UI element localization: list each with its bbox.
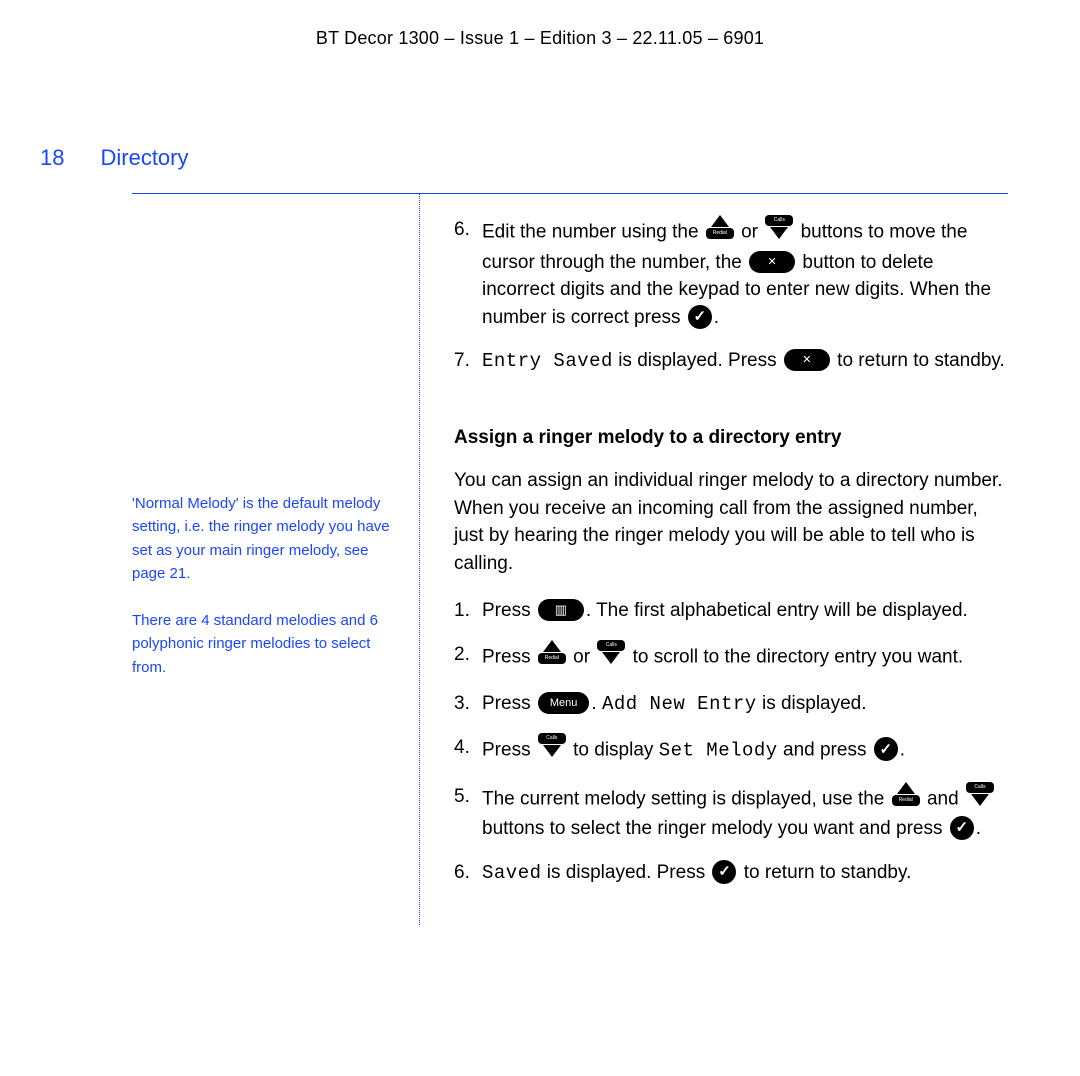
up-redial-icon: Redial [706, 215, 734, 248]
step-7: 7. Entry Saved is displayed. Press ✕ to … [454, 347, 1008, 376]
step-text: Saved is displayed. Press ✓ to return to… [482, 859, 911, 888]
page-number: 18 [40, 145, 64, 171]
step-text: Press Redial or Calls to scroll to the d… [482, 641, 963, 674]
lcd-text: Set Melody [659, 739, 778, 761]
step-text: Press ▥. The first alphabetical entry wi… [482, 597, 968, 625]
melody-step-5: 5. The current melody setting is display… [454, 783, 1008, 843]
step-6: 6. Edit the number using the Redial or C… [454, 216, 1008, 331]
ok-check-icon: ✓ [712, 860, 736, 884]
melody-step-2: 2. Press Redial or Calls to scroll to th… [454, 641, 1008, 674]
step-number: 3. [454, 690, 482, 719]
cancel-x-icon: ✕ [784, 349, 830, 371]
directory-book-icon: ▥ [538, 599, 584, 621]
step-number: 7. [454, 347, 482, 376]
page-heading: 18 Directory [40, 145, 1008, 171]
intro-paragraph: You can assign an individual ringer melo… [454, 467, 1008, 577]
step-text: Entry Saved is displayed. Press ✕ to ret… [482, 347, 1005, 376]
menu-button-icon: Menu [538, 692, 590, 714]
lcd-text: Saved [482, 862, 542, 884]
step-number: 4. [454, 734, 482, 767]
ok-check-icon: ✓ [688, 305, 712, 329]
ok-check-icon: ✓ [874, 737, 898, 761]
down-calls-icon: Calls [966, 782, 994, 815]
section-title: Directory [100, 145, 188, 171]
up-redial-icon: Redial [892, 782, 920, 815]
down-calls-icon: Calls [765, 215, 793, 248]
melody-step-6: 6. Saved is displayed. Press ✓ to return… [454, 859, 1008, 888]
step-number: 1. [454, 597, 482, 625]
step-number: 6. [454, 859, 482, 888]
step-number: 2. [454, 641, 482, 674]
down-calls-icon: Calls [538, 733, 566, 766]
step-number: 6. [454, 216, 482, 331]
lcd-text: Add New Entry [602, 693, 757, 715]
step-text: Edit the number using the Redial or Call… [482, 216, 1008, 331]
melody-step-1: 1. Press ▥. The first alphabetical entry… [454, 597, 1008, 625]
step-text: The current melody setting is displayed,… [482, 783, 1008, 843]
up-redial-icon: Redial [538, 640, 566, 673]
melody-step-3: 3. Press Menu. Add New Entry is displaye… [454, 690, 1008, 719]
page: BT Decor 1300 – Issue 1 – Edition 3 – 22… [0, 0, 1080, 1076]
ok-check-icon: ✓ [950, 816, 974, 840]
sidebar: 'Normal Melody' is the default melody se… [132, 194, 420, 925]
step-text: Press Calls to display Set Melody and pr… [482, 734, 905, 767]
side-note-2: There are 4 standard melodies and 6 poly… [132, 609, 393, 679]
step-text: Press Menu. Add New Entry is displayed. [482, 690, 867, 719]
main-content: 6. Edit the number using the Redial or C… [420, 194, 1008, 925]
lcd-text: Entry Saved [482, 350, 613, 372]
melody-step-4: 4. Press Calls to display Set Melody and… [454, 734, 1008, 767]
cancel-x-icon: ✕ [749, 251, 795, 273]
step-number: 5. [454, 783, 482, 843]
down-calls-icon: Calls [597, 640, 625, 673]
side-note-1: 'Normal Melody' is the default melody se… [132, 492, 393, 585]
document-header: BT Decor 1300 – Issue 1 – Edition 3 – 22… [72, 28, 1008, 49]
subheading: Assign a ringer melody to a directory en… [454, 424, 1008, 452]
sidebar-spacer [132, 214, 393, 492]
content-columns: 'Normal Melody' is the default melody se… [132, 194, 1008, 925]
